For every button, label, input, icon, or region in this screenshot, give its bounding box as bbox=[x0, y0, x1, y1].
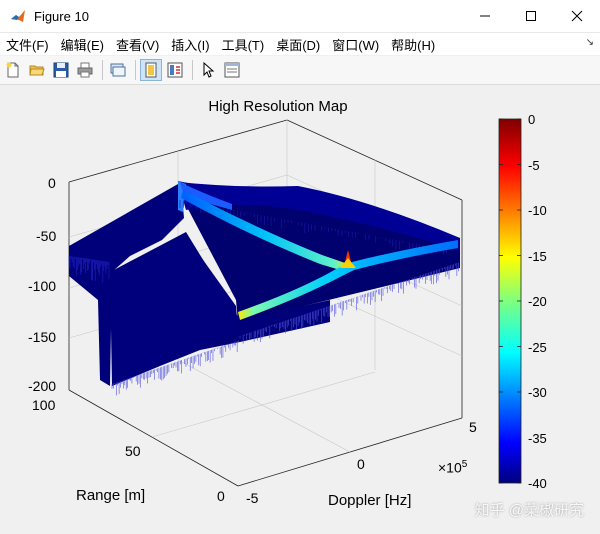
x-exponent-label: ×105 bbox=[438, 459, 467, 476]
x-axis-label: Doppler [Hz] bbox=[328, 492, 412, 509]
colorbar[interactable] bbox=[498, 118, 522, 484]
x-tick-label: 0 bbox=[357, 456, 365, 472]
z-tick-label: -200 bbox=[28, 378, 57, 394]
colorbar-tick-label: -35 bbox=[528, 431, 547, 446]
surface-mesh bbox=[68, 181, 460, 396]
surface-plot[interactable] bbox=[0, 0, 600, 534]
colorbar-tick-label: -5 bbox=[528, 158, 540, 173]
colorbar-tick-label: 0 bbox=[528, 112, 536, 127]
z-tick-label: 0 bbox=[48, 175, 56, 191]
z-tick-label: -150 bbox=[28, 329, 57, 345]
colorbar-tick-label: -15 bbox=[528, 249, 547, 264]
y-tick-label: 100 bbox=[32, 397, 56, 413]
watermark-text: 知乎 @菜椒研究 bbox=[474, 502, 584, 519]
x-tick-label: 5 bbox=[469, 419, 477, 435]
colorbar-tick-label: -25 bbox=[528, 340, 547, 355]
x-exponent-power: 5 bbox=[461, 459, 468, 470]
colorbar-tick-label: -40 bbox=[528, 476, 547, 491]
z-tick-label: -100 bbox=[28, 278, 57, 294]
colorbar-tick-label: -10 bbox=[528, 203, 547, 218]
y-tick-label: 0 bbox=[217, 488, 225, 504]
x-tick-label: -5 bbox=[246, 490, 259, 506]
y-tick-label: 50 bbox=[125, 443, 141, 459]
colorbar-tick-label: -30 bbox=[528, 385, 547, 400]
z-tick-label: -50 bbox=[36, 228, 57, 244]
colorbar-tick-label: -20 bbox=[528, 294, 547, 309]
y-axis-label: Range [m] bbox=[76, 487, 146, 504]
x-exponent-base: ×10 bbox=[438, 459, 462, 476]
